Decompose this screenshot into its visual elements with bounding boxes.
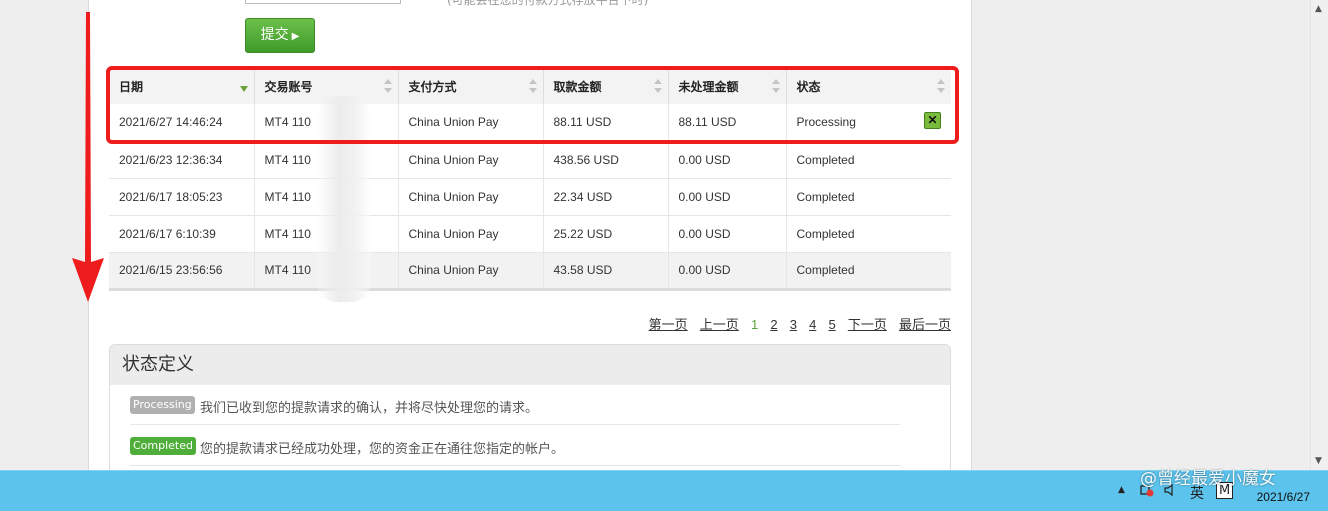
processing-badge: Processing <box>130 396 195 414</box>
page-link[interactable]: 3 <box>790 317 797 332</box>
row-status: Completed <box>786 141 951 179</box>
row-date: 2021/6/17 18:05:23 <box>109 178 255 216</box>
definition-text: 我们已收到您的提款请求的确认，并将尽快处理您的请求。 <box>200 401 539 416</box>
definition-row: Completed 您的提款请求已经成功处理，您的资金正在通往您指定的帐户。 <box>130 426 900 466</box>
table-row: 2021/6/17 6:10:39 MT4 110 China Union Pa… <box>109 215 951 253</box>
next-page-link[interactable]: 下一页 <box>848 317 887 332</box>
row-method: China Union Pay <box>398 215 544 253</box>
red-arrow-annotation <box>72 12 104 302</box>
table-row: 2021/6/23 12:36:34 MT4 110 China Union P… <box>109 141 951 179</box>
panel-title: 状态定义 <box>110 345 950 385</box>
main-page: (可能会在您的付款方式存放平台下时) 提交 ▶ 日期 交易账号 支付方式 取款金额… <box>88 0 972 474</box>
page-link-current[interactable]: 1 <box>751 317 758 332</box>
pagination: 第一页 上一页 1 2 3 4 5 下一页 最后一页 <box>641 314 951 333</box>
row-date: 2021/6/23 12:36:34 <box>109 141 255 179</box>
definition-text: 您的提款请求已经成功处理，您的资金正在通往您指定的帐户。 <box>200 442 565 457</box>
page-link[interactable]: 4 <box>809 317 816 332</box>
row-method: China Union Pay <box>398 178 544 216</box>
row-pending: 0.00 USD <box>668 141 787 179</box>
prev-page-link[interactable]: 上一页 <box>700 317 739 332</box>
row-method: China Union Pay <box>398 141 544 179</box>
row-status: Completed <box>786 252 951 291</box>
row-status: Completed <box>786 178 951 216</box>
page-link[interactable]: 2 <box>770 317 777 332</box>
vertical-scrollbar[interactable]: ▲ ▼ <box>1310 0 1328 470</box>
row-amount: 43.58 USD <box>543 252 669 291</box>
row-amount: 25.22 USD <box>543 215 669 253</box>
completed-badge: Completed <box>130 437 196 455</box>
table-row: 2021/6/15 23:56:56 MT4 110 China Union P… <box>109 252 951 291</box>
taskbar-clock-date[interactable]: 2021/6/27 <box>1257 490 1310 504</box>
scroll-up-icon[interactable]: ▲ <box>1315 4 1322 14</box>
definition-row: Processing 我们已收到您的提款请求的确认，并将尽快处理您的请求。 <box>130 385 900 425</box>
submit-button[interactable]: 提交 ▶ <box>245 18 315 53</box>
row-date: 2021/6/17 6:10:39 <box>109 215 255 253</box>
row-pending: 0.00 USD <box>668 178 787 216</box>
first-page-link[interactable]: 第一页 <box>649 317 688 332</box>
highlight-annotation <box>106 66 959 144</box>
submit-label: 提交 <box>260 27 289 43</box>
row-pending: 0.00 USD <box>668 215 787 253</box>
row-amount: 438.56 USD <box>543 141 669 179</box>
watermark: @曾经最爱小魔女 <box>1140 469 1276 489</box>
scroll-down-icon[interactable]: ▼ <box>1315 456 1322 466</box>
form-note: (可能会在您的付款方式存放平台下时) <box>447 0 649 7</box>
taskbar: ▲ 英 M <box>0 470 1328 511</box>
row-date: 2021/6/15 23:56:56 <box>109 252 255 291</box>
row-status: Completed <box>786 215 951 253</box>
last-page-link[interactable]: 最后一页 <box>899 317 951 332</box>
table-row: 2021/6/17 18:05:23 MT4 110 China Union P… <box>109 178 951 216</box>
page-link[interactable]: 5 <box>828 317 835 332</box>
row-pending: 0.00 USD <box>668 252 787 291</box>
row-amount: 22.34 USD <box>543 178 669 216</box>
tray-expand-icon[interactable]: ▲ <box>1118 485 1125 495</box>
play-icon: ▶ <box>291 31 300 42</box>
status-definition-panel: 状态定义 Processing 我们已收到您的提款请求的确认，并将尽快处理您的请… <box>109 344 951 474</box>
row-method: China Union Pay <box>398 252 544 291</box>
amount-input[interactable] <box>245 0 401 4</box>
